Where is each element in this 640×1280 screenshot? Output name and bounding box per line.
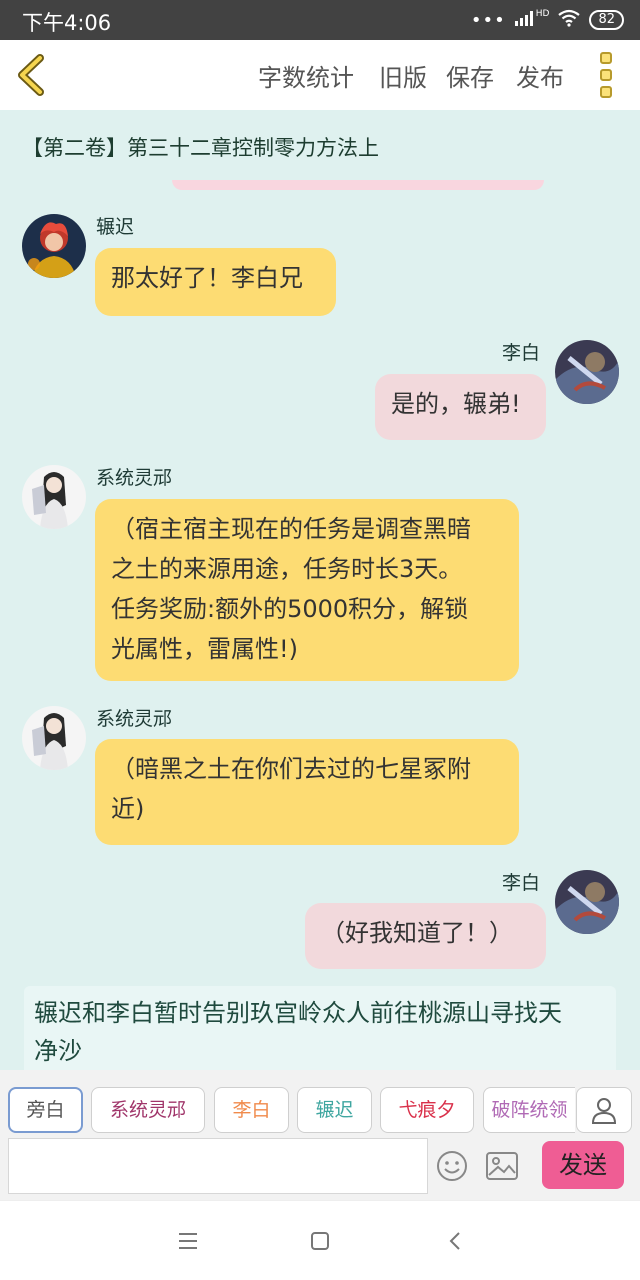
status-bar: 下午4:06 ••• HD 82 xyxy=(0,0,640,40)
save-button[interactable]: 保存 xyxy=(446,58,494,93)
message-sender-name: 系统灵邧 xyxy=(96,467,173,489)
send-button[interactable]: 发送 xyxy=(542,1141,624,1189)
battery-indicator: 82 xyxy=(589,10,624,30)
avatar-system[interactable] xyxy=(22,706,86,770)
message-bubble[interactable]: （宿主宿主现在的任务是调查黑暗 之土的来源用途，任务时长3天。 任务奖励:额外的… xyxy=(95,499,519,681)
message-input[interactable] xyxy=(8,1138,428,1194)
role-label: 旁白 xyxy=(26,1099,65,1121)
role-system-button[interactable]: 系统灵邧 xyxy=(91,1087,205,1133)
status-icons: ••• HD 82 xyxy=(471,9,624,31)
chapter-title: 【第二卷】第三十二章控制零力方法上 xyxy=(22,136,379,160)
message-bubble[interactable]: 是的，辗弟! xyxy=(375,374,546,440)
message-line: （宿主宿主现在的任务是调查黑暗 xyxy=(111,515,471,543)
message-sender-name: 李白 xyxy=(502,872,541,894)
user-button[interactable] xyxy=(576,1087,632,1133)
message-line: （暗黑之土在你们去过的七星冢附 xyxy=(111,755,471,783)
role-label: 破阵统领 xyxy=(491,1099,568,1121)
home-icon[interactable] xyxy=(310,1231,330,1255)
signal-icon xyxy=(514,9,536,31)
chat-area[interactable]: 【第二卷】第三十二章控制零力方法上 辗迟 那太好了！李白兄 李白 是的，辗弟! xyxy=(0,110,640,1070)
chevron-left-icon xyxy=(18,54,44,96)
role-label: 弋痕夕 xyxy=(398,1099,456,1121)
avatar-zhanchi[interactable] xyxy=(22,214,86,278)
message-sender-name: 李白 xyxy=(502,342,541,364)
role-narrator-button[interactable]: 旁白 xyxy=(8,1087,83,1133)
back-icon[interactable] xyxy=(446,1231,466,1255)
narration-line: 辗迟和李白暂时告别玖宫岭众人前往桃源山寻找天 xyxy=(34,999,562,1027)
narration-block[interactable]: 辗迟和李白暂时告别玖宫岭众人前往桃源山寻找天 净沙 xyxy=(24,986,616,1070)
menu-icon[interactable] xyxy=(178,1231,198,1255)
signal-label: HD xyxy=(535,9,550,19)
more-vertical-icon[interactable] xyxy=(598,52,614,98)
role-label: 系统灵邧 xyxy=(109,1099,186,1121)
previous-bubble-edge xyxy=(172,180,544,190)
message-bubble[interactable]: 那太好了！李白兄 xyxy=(95,248,336,316)
role-input-panel: 旁白 系统灵邧 李白 辗迟 弋痕夕 破阵统领 发送 xyxy=(0,1070,640,1200)
message-bubble[interactable]: （好我知道了！） xyxy=(305,903,546,969)
message-sender-name: 辗迟 xyxy=(96,216,135,238)
word-count-button[interactable]: 字数统计 xyxy=(258,58,354,93)
role-yihenxi-button[interactable]: 弋痕夕 xyxy=(380,1087,474,1133)
wifi-icon xyxy=(557,9,581,31)
system-nav-bar xyxy=(0,1200,640,1280)
message-line: 近) xyxy=(111,795,145,823)
image-icon[interactable] xyxy=(486,1152,518,1180)
avatar-libai[interactable] xyxy=(555,870,619,934)
old-version-button[interactable]: 旧版 xyxy=(379,58,427,93)
emoji-icon[interactable] xyxy=(436,1150,468,1182)
role-pozhen-button[interactable]: 破阵统领 xyxy=(483,1087,575,1133)
message-line: 之土的来源用途，任务时长3天。 xyxy=(111,555,463,583)
role-label: 辗迟 xyxy=(315,1099,354,1121)
more-dots-icon: ••• xyxy=(470,9,506,31)
narration-line: 净沙 xyxy=(34,1037,82,1065)
back-button[interactable] xyxy=(12,52,56,98)
role-libai-button[interactable]: 李白 xyxy=(214,1087,289,1133)
user-icon xyxy=(591,1098,617,1124)
avatar-libai[interactable] xyxy=(555,340,619,404)
message-line: 任务奖励:额外的5000积分，解锁 xyxy=(111,595,469,623)
role-label: 李白 xyxy=(232,1099,271,1121)
message-sender-name: 系统灵邧 xyxy=(96,708,173,730)
message-bubble[interactable]: （暗黑之土在你们去过的七星冢附 近) xyxy=(95,739,519,845)
role-zhanchi-button[interactable]: 辗迟 xyxy=(297,1087,372,1133)
message-line: 光属性，雷属性!) xyxy=(111,635,298,663)
status-time: 下午4:06 xyxy=(22,11,112,35)
avatar-system[interactable] xyxy=(22,465,86,529)
publish-button[interactable]: 发布 xyxy=(516,58,564,93)
app-header: 字数统计 旧版 保存 发布 xyxy=(0,40,640,110)
